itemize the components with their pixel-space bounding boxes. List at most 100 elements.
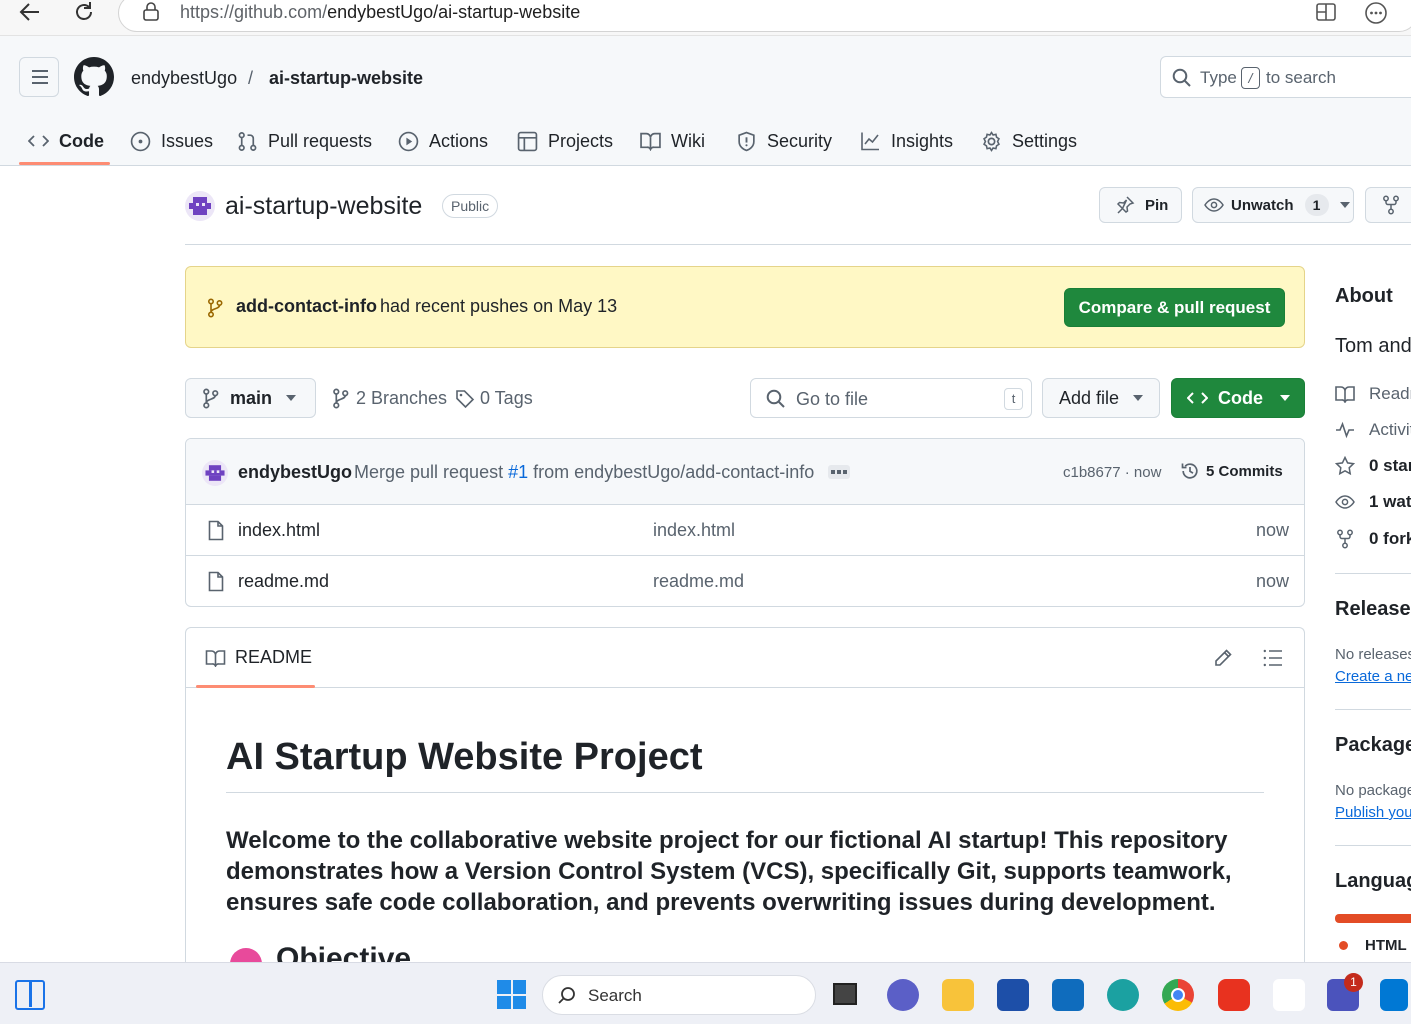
about-item-label: 0 forks bbox=[1369, 529, 1411, 548]
task-view-icon[interactable] bbox=[833, 983, 857, 1005]
file-commit-message[interactable]: index.html bbox=[653, 520, 735, 541]
branches-link[interactable]: 2 Branches bbox=[332, 388, 447, 409]
commit-pr-link[interactable]: #1 bbox=[508, 462, 528, 482]
file-name[interactable]: index.html bbox=[238, 520, 320, 541]
sidebar-divider bbox=[1335, 573, 1411, 574]
table-row[interactable]: index.html index.html now bbox=[186, 504, 1304, 555]
add-file-button[interactable]: Add file bbox=[1042, 378, 1160, 418]
start-icon[interactable] bbox=[497, 980, 526, 1009]
more-options-icon[interactable] bbox=[1364, 1, 1388, 25]
split-screen-icon[interactable] bbox=[1315, 2, 1337, 22]
repo-title[interactable]: ai-startup-website bbox=[225, 192, 422, 221]
fork-icon bbox=[1383, 195, 1399, 215]
lock-icon[interactable] bbox=[142, 2, 160, 22]
watch-count: 1 bbox=[1304, 194, 1329, 216]
compare-pull-request-button[interactable]: Compare & pull request bbox=[1064, 288, 1285, 327]
chrome-icon[interactable] bbox=[1162, 979, 1194, 1011]
unwatch-button[interactable]: Unwatch 1 bbox=[1192, 187, 1354, 223]
go-to-file-shortcut: t bbox=[1004, 388, 1023, 410]
reload-icon[interactable] bbox=[72, 0, 96, 24]
menu-button[interactable] bbox=[19, 57, 59, 97]
tab-projects[interactable]: Projects bbox=[517, 127, 613, 155]
search-icon bbox=[1172, 68, 1191, 87]
search-icon bbox=[766, 389, 785, 408]
fork-button[interactable] bbox=[1365, 187, 1411, 223]
sidebar-divider bbox=[1335, 709, 1411, 710]
chat-icon[interactable] bbox=[887, 979, 919, 1011]
search-icon bbox=[558, 987, 575, 1004]
tab-label: Actions bbox=[429, 130, 489, 151]
forks-link[interactable]: 0 forks bbox=[1335, 529, 1411, 549]
github-logo-icon[interactable] bbox=[74, 57, 114, 97]
tab-security[interactable]: Security bbox=[736, 127, 832, 155]
avatar[interactable] bbox=[185, 191, 215, 221]
breadcrumb-repo[interactable]: ai-startup-website bbox=[269, 68, 423, 89]
branch-icon bbox=[333, 388, 349, 409]
readme-link[interactable]: Readme bbox=[1335, 384, 1411, 404]
readme-title: AI Startup Website Project bbox=[226, 736, 703, 778]
pin-button[interactable]: Pin bbox=[1099, 187, 1182, 223]
avatar[interactable] bbox=[202, 460, 228, 486]
watchers-link[interactable]: 1 watching bbox=[1335, 492, 1411, 512]
outline-list-icon[interactable] bbox=[1263, 649, 1283, 667]
breadcrumb-owner[interactable]: endybestUgo bbox=[131, 68, 237, 89]
store-icon[interactable] bbox=[997, 979, 1029, 1011]
taskbar-search[interactable]: Search bbox=[542, 975, 816, 1015]
go-to-file-input[interactable]: Go to file t bbox=[750, 378, 1032, 418]
pulse-icon bbox=[1336, 421, 1354, 439]
browser-toolbar: https://github.com/endybestUgo/ai-startu… bbox=[0, 0, 1411, 36]
widgets-icon[interactable] bbox=[15, 980, 45, 1010]
vscode-icon[interactable] bbox=[1380, 979, 1408, 1011]
tab-label: Settings bbox=[1012, 130, 1078, 151]
file-commit-message[interactable]: readme.md bbox=[653, 571, 744, 592]
file-name[interactable]: readme.md bbox=[238, 571, 329, 592]
stars-link[interactable]: 0 stars bbox=[1335, 456, 1411, 476]
publish-package-link[interactable]: Publish your bbox=[1335, 804, 1411, 821]
selected-tab-indicator bbox=[19, 162, 110, 165]
global-search-input[interactable]: Type / to search bbox=[1160, 56, 1411, 98]
back-icon[interactable] bbox=[18, 1, 42, 23]
tab-issues[interactable]: Issues bbox=[130, 127, 213, 155]
tab-code[interactable]: Code bbox=[28, 127, 104, 155]
create-release-link[interactable]: Create a new bbox=[1335, 668, 1411, 685]
about-item-label: 1 watching bbox=[1369, 492, 1411, 511]
tab-actions[interactable]: Actions bbox=[398, 127, 488, 155]
activity-link[interactable]: Activity bbox=[1335, 420, 1411, 440]
outlook-icon[interactable] bbox=[1052, 979, 1084, 1011]
edge-icon[interactable] bbox=[1107, 979, 1139, 1011]
branch-selector[interactable]: main bbox=[185, 378, 316, 418]
windows-taskbar: Search 1 bbox=[0, 962, 1411, 1024]
stocks-icon[interactable] bbox=[1273, 979, 1305, 1011]
code-button[interactable]: Code bbox=[1171, 378, 1305, 418]
readme-tab[interactable]: README bbox=[205, 647, 312, 668]
packages-heading[interactable]: Packages bbox=[1335, 734, 1411, 757]
about-item-label: 0 stars bbox=[1369, 456, 1411, 475]
commit-message[interactable]: Merge pull request #1 from endybestUgo/a… bbox=[354, 462, 814, 483]
releases-heading[interactable]: Releases bbox=[1335, 598, 1411, 621]
book-icon bbox=[205, 649, 226, 667]
tags-link[interactable]: 0 Tags bbox=[455, 388, 533, 409]
ellipsis-icon[interactable] bbox=[828, 465, 850, 479]
caret-down-icon bbox=[1280, 395, 1290, 401]
packages-text: No packages bbox=[1335, 782, 1411, 799]
file-explorer-icon[interactable] bbox=[942, 979, 974, 1011]
tab-pull-requests[interactable]: Pull requests bbox=[237, 127, 372, 155]
tab-wiki[interactable]: Wiki bbox=[640, 127, 705, 155]
commits-link[interactable]: 5 Commits bbox=[1180, 461, 1283, 481]
book-icon bbox=[1335, 386, 1355, 403]
pencil-icon[interactable] bbox=[1213, 648, 1233, 668]
graph-icon bbox=[861, 132, 879, 151]
commit-author[interactable]: endybestUgo bbox=[238, 462, 352, 483]
language-item[interactable]: HTML bbox=[1339, 937, 1407, 954]
about-description: Tom and bbox=[1335, 335, 1411, 357]
commit-hash[interactable]: c1b8677 · now bbox=[1063, 464, 1161, 481]
eye-icon bbox=[1204, 198, 1224, 212]
banner-text: had recent pushes on May 13 bbox=[380, 296, 618, 316]
banner-branch-name[interactable]: add-contact-info bbox=[236, 296, 377, 317]
code-button-label: Code bbox=[1218, 387, 1263, 408]
tab-insights[interactable]: Insights bbox=[860, 127, 953, 155]
github-header: endybestUgo / ai-startup-website Type / … bbox=[0, 36, 1411, 166]
wps-icon[interactable] bbox=[1218, 979, 1250, 1011]
tab-settings[interactable]: Settings bbox=[981, 127, 1077, 155]
table-row[interactable]: readme.md readme.md now bbox=[186, 555, 1304, 606]
